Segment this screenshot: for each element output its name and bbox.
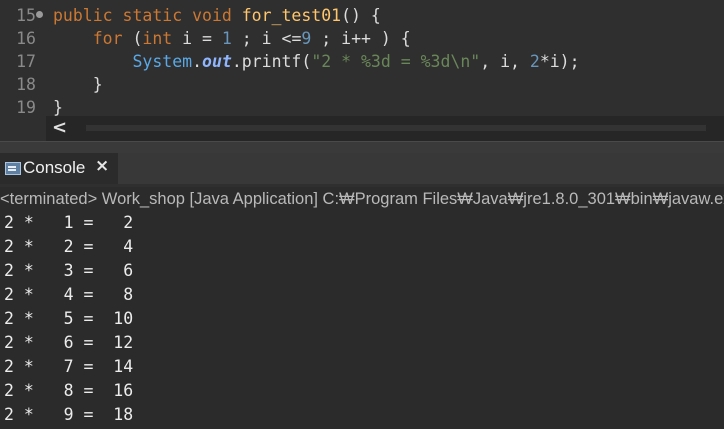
editor-gutter: [0, 116, 46, 141]
code-token: *i);: [539, 52, 580, 71]
code-token: ; i++ ) {: [311, 29, 411, 48]
close-icon[interactable]: ×: [95, 156, 109, 176]
code-token: .: [192, 52, 203, 71]
console-output-line: 2 * 1 = 2: [4, 213, 134, 232]
line-number: 16: [16, 29, 36, 48]
code-token: , i,: [480, 52, 530, 71]
line-number: 17: [16, 52, 36, 71]
console-output-line: 2 * 6 = 12: [4, 333, 134, 352]
code-token: }: [53, 98, 63, 117]
code-token: "2 * %3d = %3d\n": [311, 52, 481, 71]
code-token: ; i <=: [231, 29, 302, 48]
code-text: for (int i = 1 ; i <=9 ; i++ ) {: [53, 27, 411, 50]
code-token: public static void: [53, 6, 242, 25]
code-text: System.out.printf("2 * %3d = %3d\n", i, …: [53, 50, 580, 73]
console-output-line: 2 * 9 = 18: [4, 405, 134, 424]
code-token: System: [53, 52, 193, 71]
code-token: 9: [301, 29, 312, 48]
code-token: () {: [341, 6, 381, 25]
console-output-line: 2 * 2 = 4: [4, 237, 134, 256]
console-output-line: 2 * 4 = 8: [4, 285, 134, 304]
code-line[interactable]: 16 for (int i = 1 ; i <=9 ; i++ ) {: [0, 27, 724, 50]
code-line[interactable]: 18 }: [0, 73, 724, 96]
line-number: 15: [16, 6, 36, 25]
console-tab-label: Console: [23, 158, 86, 177]
console-icon: [5, 162, 21, 175]
code-token: (: [132, 29, 143, 48]
code-text: }: [53, 73, 103, 96]
code-line[interactable]: 15 public static void for_test01() {: [0, 4, 724, 27]
code-line[interactable]: 17 System.out.printf("2 * %3d = %3d\n", …: [0, 50, 724, 73]
editor-horizontal-scrollbar[interactable]: <: [46, 116, 724, 141]
console-status-text: <terminated> Work_shop [Java Application…: [0, 187, 724, 211]
console-output[interactable]: 2 * 1 = 2 2 * 2 = 4 2 * 3 = 6 2 * 4 = 8 2 * …: [0, 211, 724, 429]
console-output-line: 2 * 3 = 6: [4, 261, 134, 280]
console-tab-bar: Console ×: [0, 153, 724, 184]
console-output-line: 2 * 8 = 16: [4, 381, 134, 400]
fold-marker-icon[interactable]: [36, 11, 43, 18]
code-token: }: [53, 75, 103, 94]
code-token: 2: [529, 52, 540, 71]
code-token: .printf(: [231, 52, 312, 71]
code-token: for: [53, 29, 133, 48]
code-editor[interactable]: 15 public static void for_test01() {16 fo…: [0, 0, 724, 117]
console-output-line: 2 * 5 = 10: [4, 309, 134, 328]
tab-console[interactable]: Console ×: [0, 153, 118, 184]
code-token: i =: [182, 29, 222, 48]
code-text: public static void for_test01() {: [53, 4, 381, 27]
code-token: 1: [221, 29, 232, 48]
line-number: 18: [16, 75, 36, 94]
console-output-line: 2 * 7 = 14: [4, 357, 134, 376]
scrollbar-track[interactable]: [86, 125, 706, 131]
code-token: for_test01: [241, 6, 342, 25]
scroll-left-icon[interactable]: <: [52, 117, 67, 138]
code-token: int: [142, 29, 183, 48]
code-token: out: [202, 52, 232, 71]
